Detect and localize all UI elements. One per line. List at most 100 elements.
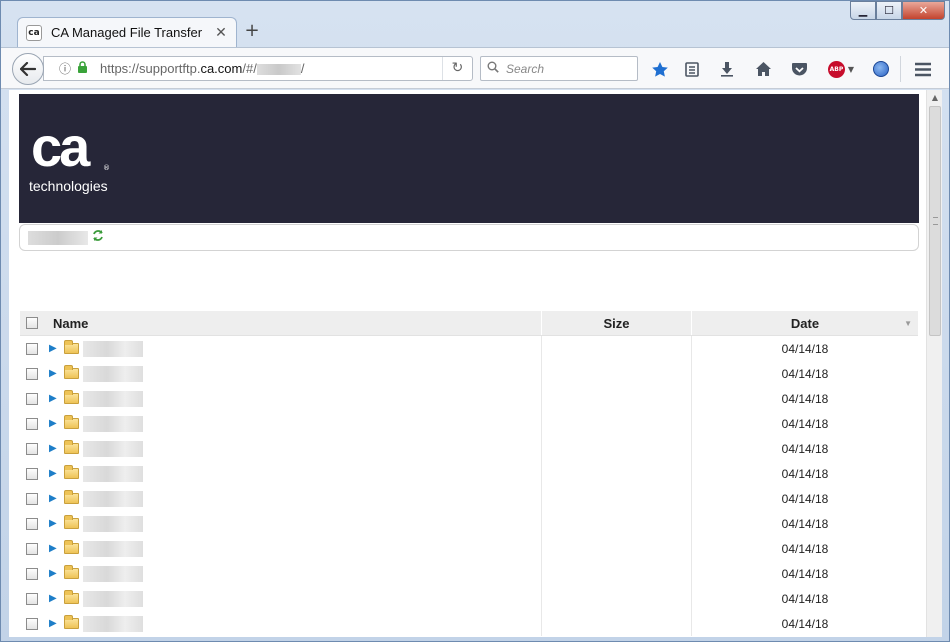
row-checkbox[interactable] <box>25 367 38 380</box>
search-bar[interactable]: Search <box>480 56 638 81</box>
expand-arrow-icon[interactable]: ▶ <box>49 343 59 354</box>
redacted-folder-name[interactable] <box>83 515 143 532</box>
row-checkbox[interactable] <box>25 467 38 480</box>
size-cell <box>542 536 692 561</box>
row-checkbox[interactable] <box>25 592 38 605</box>
table-row[interactable]: ▶ 04/14/18 <box>20 411 918 436</box>
file-table: Name Size Date ▼ ▶ 04/14/18 ▶ 04/14/18 ▶ 04/1… <box>20 311 918 636</box>
date-cell: 04/14/18 <box>781 341 829 356</box>
redacted-folder-name[interactable] <box>83 565 143 582</box>
column-header-date[interactable]: Date ▼ <box>692 311 918 335</box>
row-checkbox[interactable] <box>25 492 38 505</box>
redacted-folder-name[interactable] <box>83 490 143 507</box>
maximize-button[interactable]: ☐ <box>876 1 902 20</box>
expand-arrow-icon[interactable]: ▶ <box>49 518 59 529</box>
sort-desc-icon[interactable]: ▼ <box>904 319 912 328</box>
table-row[interactable]: ▶ 04/14/18 <box>20 611 918 636</box>
expand-arrow-icon[interactable]: ▶ <box>49 443 59 454</box>
row-check-cell <box>20 411 43 436</box>
row-checkbox[interactable] <box>25 442 38 455</box>
size-cell <box>542 386 692 411</box>
table-row[interactable]: ▶ 04/14/18 <box>20 461 918 486</box>
table-row[interactable]: ▶ 04/14/18 <box>20 586 918 611</box>
clipboard-icon[interactable] <box>681 58 703 80</box>
folder-icon <box>64 565 79 579</box>
size-cell <box>542 511 692 536</box>
star-icon[interactable] <box>649 58 671 80</box>
folder-icon <box>64 490 79 504</box>
table-row[interactable]: ▶ 04/14/18 <box>20 436 918 461</box>
name-cell: ▶ <box>43 611 542 636</box>
reload-icon[interactable]: ↻ <box>442 57 472 80</box>
info-icon[interactable]: ⓘ <box>56 60 74 77</box>
row-checkbox[interactable] <box>25 517 38 530</box>
redacted-folder-name[interactable] <box>83 390 143 407</box>
row-checkbox[interactable] <box>25 342 38 355</box>
pocket-icon[interactable] <box>788 58 810 80</box>
redacted-folder-name[interactable] <box>83 540 143 557</box>
expand-arrow-icon[interactable]: ▶ <box>49 493 59 504</box>
table-row[interactable]: ▶ 04/14/18 <box>20 336 918 361</box>
vertical-scrollbar[interactable]: ▲ <box>926 90 942 637</box>
expand-arrow-icon[interactable]: ▶ <box>49 418 59 429</box>
minimize-button[interactable]: ▁ <box>850 1 876 20</box>
row-checkbox[interactable] <box>25 417 38 430</box>
home-icon[interactable] <box>752 58 774 80</box>
row-check-cell <box>20 361 43 386</box>
globe-icon[interactable] <box>870 58 892 80</box>
column-header-name[interactable]: Name <box>43 311 542 335</box>
table-row[interactable]: ▶ 04/14/18 <box>20 536 918 561</box>
redacted-folder-name[interactable] <box>83 615 143 632</box>
redacted-folder-name[interactable] <box>83 365 143 382</box>
redacted-folder-name[interactable] <box>83 340 143 357</box>
date-cell: 04/14/18 <box>781 441 829 456</box>
redacted-folder-name[interactable] <box>83 465 143 482</box>
back-button[interactable] <box>12 53 44 85</box>
download-icon[interactable] <box>716 58 738 80</box>
folder-icon <box>64 440 79 454</box>
name-cell: ▶ <box>43 436 542 461</box>
url-bar[interactable]: ⓘ https://supportftp.ca.com/#// ↻ <box>43 56 473 81</box>
expand-arrow-icon[interactable]: ▶ <box>49 468 59 479</box>
refresh-icon[interactable] <box>92 229 104 246</box>
scrollbar-thumb[interactable] <box>929 106 941 336</box>
row-check-cell <box>20 336 43 361</box>
browser-tab[interactable]: ca CA Managed File Transfer ✕ <box>17 17 237 47</box>
folder-icon <box>64 365 79 379</box>
new-tab-button[interactable]: + <box>244 21 260 41</box>
toolbar-separator <box>900 56 901 82</box>
row-checkbox[interactable] <box>25 617 38 630</box>
table-row[interactable]: ▶ 04/14/18 <box>20 561 918 586</box>
row-checkbox[interactable] <box>25 542 38 555</box>
expand-arrow-icon[interactable]: ▶ <box>49 393 59 404</box>
redacted-folder-name[interactable] <box>83 440 143 457</box>
url-text[interactable]: https://supportftp.ca.com/#// <box>100 61 442 76</box>
redacted-path[interactable] <box>28 231 88 245</box>
scroll-up-icon[interactable]: ▲ <box>927 90 942 106</box>
size-cell <box>542 411 692 436</box>
redacted-folder-name[interactable] <box>83 590 143 607</box>
date-cell: 04/14/18 <box>781 366 829 381</box>
table-row[interactable]: ▶ 04/14/18 <box>20 361 918 386</box>
close-tab-icon[interactable]: ✕ <box>214 25 228 41</box>
hamburger-menu-icon[interactable] <box>912 58 934 80</box>
name-cell: ▶ <box>43 511 542 536</box>
window-close-button[interactable]: ✕ <box>902 1 945 20</box>
date-cell: 04/14/18 <box>781 616 829 631</box>
table-row[interactable]: ▶ 04/14/18 <box>20 486 918 511</box>
expand-arrow-icon[interactable]: ▶ <box>49 593 59 604</box>
redacted-folder-name[interactable] <box>83 415 143 432</box>
lock-icon[interactable] <box>74 60 90 77</box>
expand-arrow-icon[interactable]: ▶ <box>49 543 59 554</box>
row-checkbox[interactable] <box>25 567 38 580</box>
expand-arrow-icon[interactable]: ▶ <box>49 568 59 579</box>
table-row[interactable]: ▶ 04/14/18 <box>20 386 918 411</box>
column-header-size[interactable]: Size <box>542 311 692 335</box>
row-checkbox[interactable] <box>25 392 38 405</box>
expand-arrow-icon[interactable]: ▶ <box>49 368 59 379</box>
abp-icon[interactable]: ABP ▼ <box>825 58 857 80</box>
registered-mark: ® <box>103 164 110 172</box>
table-row[interactable]: ▶ 04/14/18 <box>20 511 918 536</box>
select-all-checkbox[interactable] <box>25 317 38 329</box>
expand-arrow-icon[interactable]: ▶ <box>49 618 59 629</box>
